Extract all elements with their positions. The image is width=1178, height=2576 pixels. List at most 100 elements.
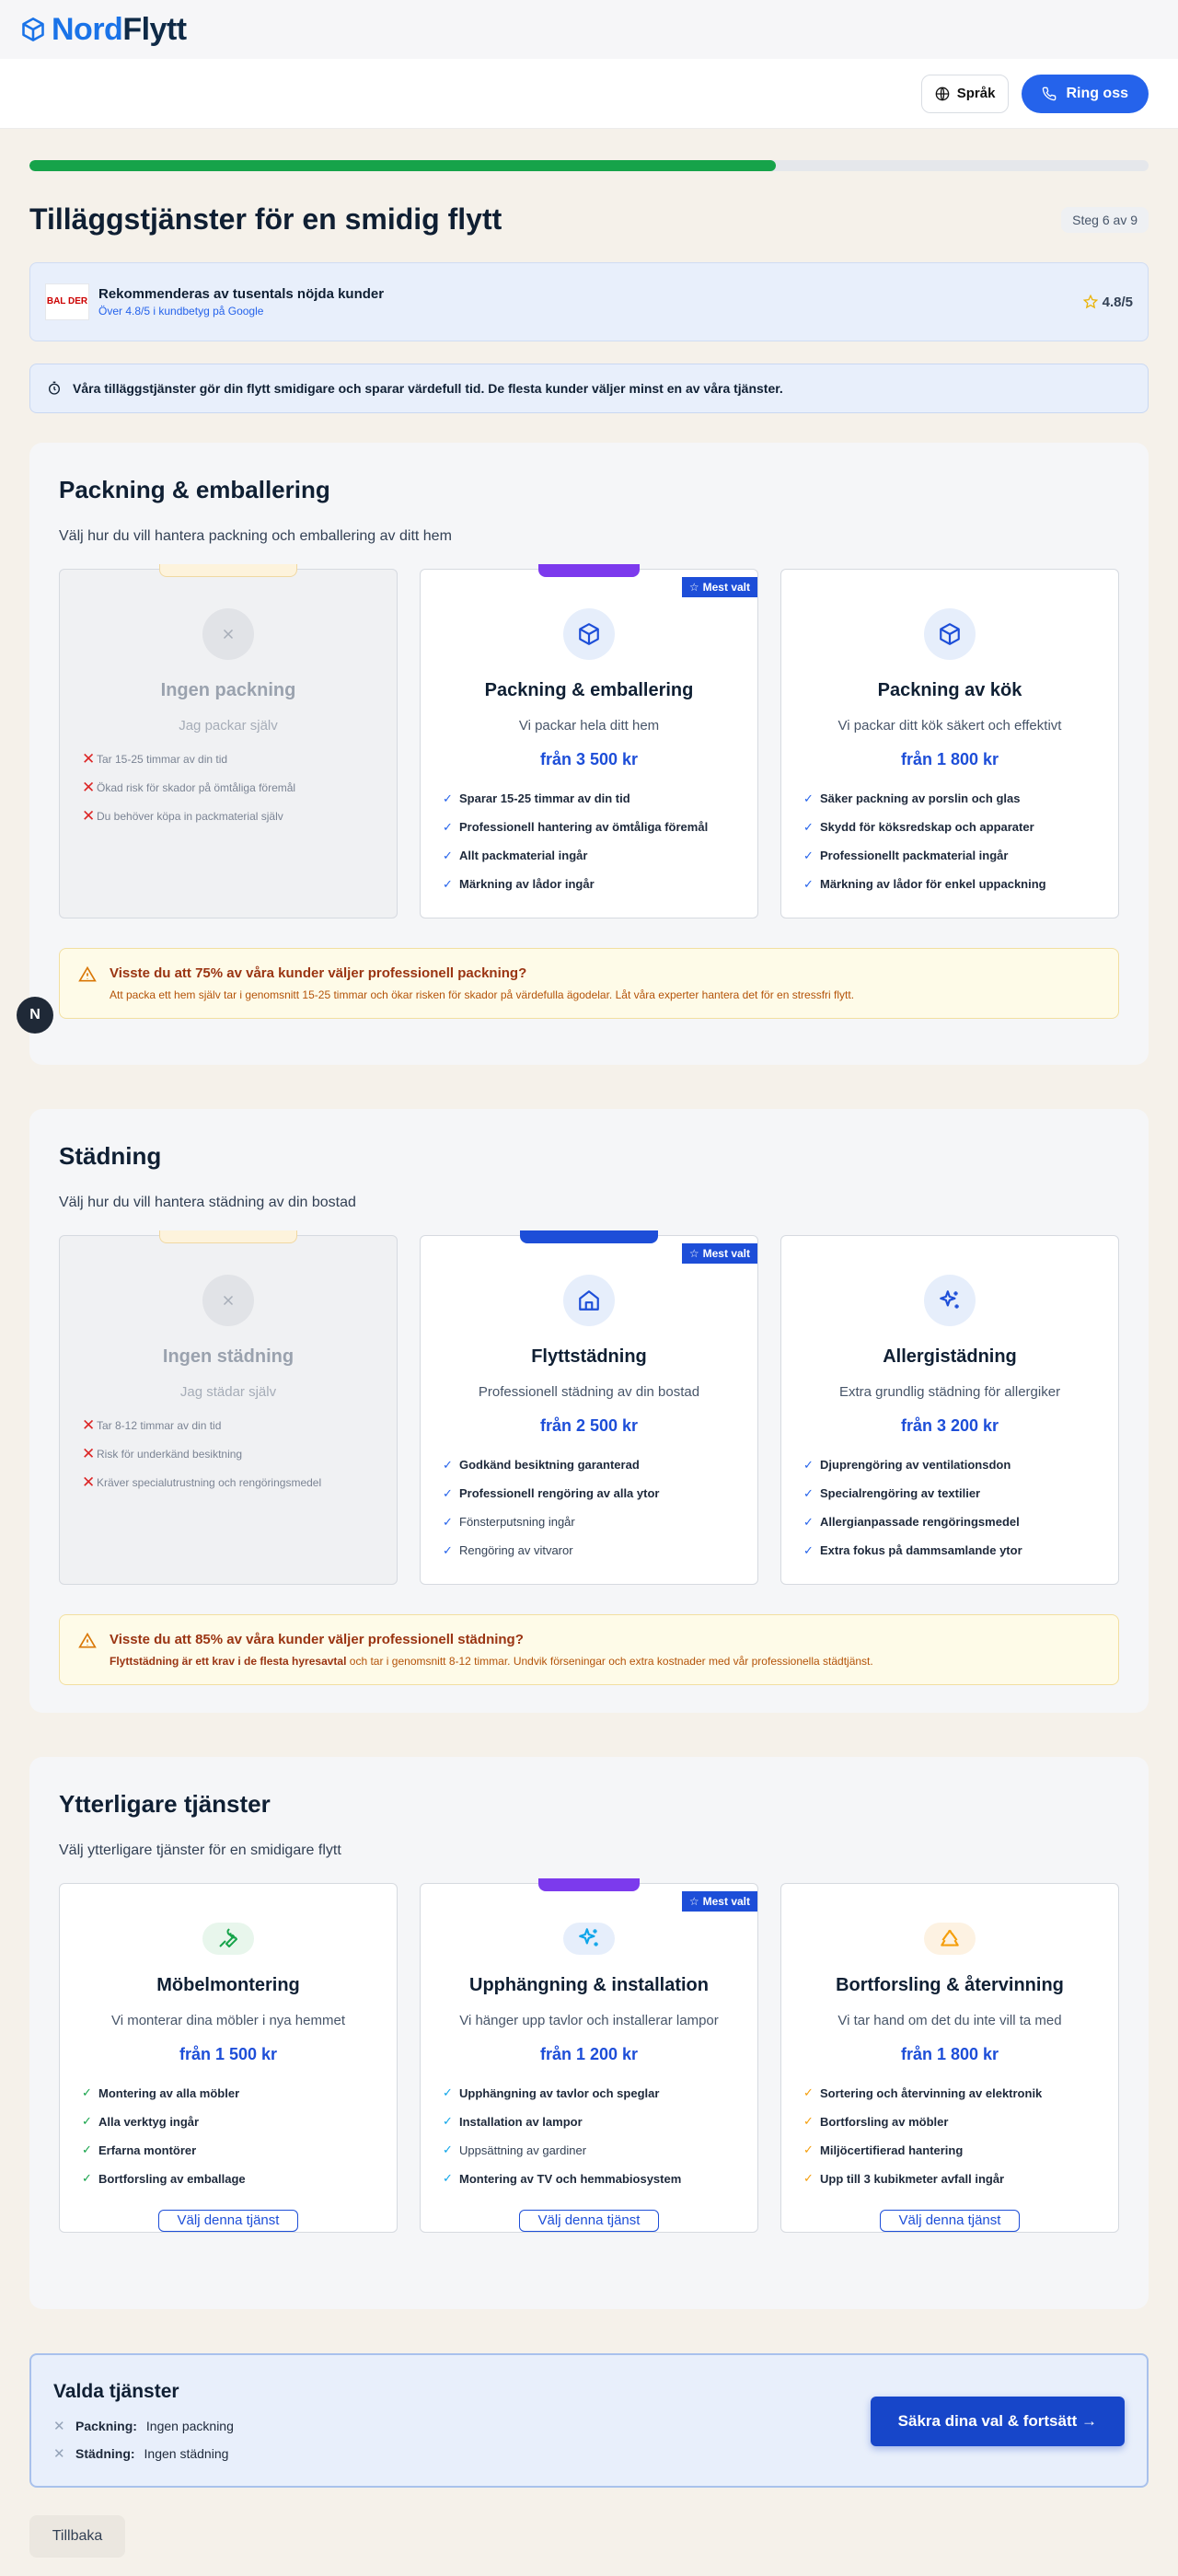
section-subtitle: Välj hur du vill hantera packning och em… [59, 528, 452, 544]
con-item: ✕ Tar 15-25 timmar av din tid [82, 749, 228, 768]
card-allergy-cleaning[interactable]: Allergistädning Extra grundlig städning … [780, 1235, 1119, 1585]
con-item: ✕ Tar 8-12 timmar av din tid [82, 1415, 222, 1434]
card-title: Ingen packning [160, 680, 296, 700]
feature-item: ✓ Godkänd besiktning garanterad [443, 1457, 640, 1473]
card-no-packing[interactable]: Ingen packning Jag packar själv ✕ Tar 15-… [59, 564, 398, 918]
feature-item: ✓ Fönsterputsning ingår [443, 1514, 575, 1530]
check-icon: ✓ [803, 1485, 814, 1500]
check-icon: ✓ [803, 819, 814, 834]
selected-services: Valda tjänster ✕ Packning: Ingen packning… [29, 2353, 1149, 2488]
card-desc: Extra grundlig städning för allergiker [838, 1384, 1061, 1400]
rating-value: 4.8/5 [1102, 294, 1133, 310]
back-button[interactable]: Tillbaka [29, 2515, 125, 2558]
check-icon: ✓ [82, 2085, 92, 2100]
selected-row-cleaning: ✕ Städning: Ingen städning [53, 2445, 229, 2462]
feature-item: ✓ Professionellt packmaterial ingår [803, 848, 1009, 863]
choose-service-button[interactable]: Välj denna tjänst [518, 2209, 660, 2232]
card-price: från 3 200 kr [900, 1416, 999, 1435]
home-icon [563, 1275, 615, 1326]
check-icon: ✓ [443, 1485, 453, 1500]
sparkles-icon [563, 1923, 615, 1955]
card-price: från 1 800 kr [900, 750, 999, 768]
feature-item: ✓ Upphängning av tavlor och speglar [443, 2085, 660, 2100]
check-icon: ✓ [443, 2085, 453, 2100]
logo[interactable]: NordFlytt [20, 12, 187, 48]
section-title: Packning & emballering [59, 476, 330, 503]
call-label: Ring oss [1066, 85, 1128, 101]
cleaning-section: Städning Välj hur du vill hantera städni… [29, 1109, 1149, 1713]
card-desc: Vi packar ditt kök säkert och effektivt [837, 718, 1062, 734]
card-installation[interactable]: ☆ Mest valt Upphängning & installation Vi… [420, 1878, 758, 2233]
con-item: ✕ Du behöver köpa in packmaterial själv [82, 806, 283, 825]
x-icon: ✕ [82, 1473, 96, 1491]
card-furniture-assembly[interactable]: Möbelmontering Vi monterar dina möbler i… [59, 1883, 398, 2233]
recommendation-subtitle: Över 4.8/5 i kundbetyg på Google [98, 305, 264, 318]
x-icon[interactable]: ✕ [53, 2418, 66, 2434]
card-desc: Vi tar hand om det du inte vill ta med [837, 2012, 1062, 2028]
extra-section: Ytterligare tjänster Välj ytterligare tj… [29, 1757, 1149, 2309]
feature-item: ✓ Professionell rengöring av alla ytor [443, 1485, 660, 1501]
feature-item: ✓ Säker packning av porslin och glas [803, 791, 1021, 806]
card-price: från 2 500 kr [539, 1416, 639, 1435]
card-tag [159, 1230, 297, 1243]
page-title: Tilläggstjänster för en smidig flytt [29, 202, 502, 236]
card-kitchen-packing[interactable]: Packning av kök Vi packar ditt kök säker… [780, 569, 1119, 918]
feature-item: ✓ Rengöring av vitvaror [443, 1542, 573, 1558]
check-icon: ✓ [82, 2143, 92, 2157]
feature-item: ✓ Montering av alla möbler [82, 2085, 240, 2100]
check-icon: ✓ [82, 2114, 92, 2129]
card-desc: Professionell städning av din bostad [478, 1384, 700, 1400]
card-move-cleaning[interactable]: ☆ Mest valt Flyttstädning Professionell s… [420, 1230, 758, 1585]
packing-section: Packning & emballering Välj hur du vill … [29, 443, 1149, 1065]
brand-bar: NordFlytt [0, 0, 1178, 59]
x-icon: ✕ [82, 1444, 96, 1462]
card-removal-recycling[interactable]: Bortforsling & återvinning Vi tar hand o… [780, 1883, 1119, 2233]
card-price: från 1 200 kr [539, 2044, 639, 2063]
x-icon: ✕ [82, 778, 96, 796]
floating-n-button[interactable]: N [17, 997, 53, 1034]
sparkles-icon [924, 1275, 976, 1326]
section-title: Ytterligare tjänster [59, 1790, 271, 1818]
feature-item: ✓ Extra fokus på dammsamlande ytor [803, 1542, 1022, 1558]
x-icon: ✕ [82, 749, 96, 768]
selected-row-packing: ✕ Packning: Ingen packning [53, 2418, 234, 2434]
card-full-packing[interactable]: ☆ Mest valt Packning & emballering Vi pac… [420, 564, 758, 918]
logo-flytt: Flytt [122, 11, 187, 47]
language-button[interactable]: Språk [920, 74, 1010, 113]
check-icon: ✓ [443, 791, 453, 805]
card-price: från 1 800 kr [900, 2044, 999, 2063]
card-desc: Jag packar själv [179, 718, 278, 734]
card-title: Flyttstädning [531, 1346, 647, 1367]
check-icon: ✓ [443, 2114, 453, 2129]
feature-item: ✓ Montering av TV och hemmabiosystem [443, 2171, 682, 2186]
tip-text: Att packa ett hem själv tar i genomsnitt… [110, 988, 855, 1001]
feature-item: ✓ Bortforsling av möbler [803, 2114, 949, 2129]
card-price: från 1 500 kr [179, 2044, 278, 2063]
check-icon: ✓ [803, 2114, 814, 2129]
check-icon: ✓ [803, 2171, 814, 2186]
feature-item: ✓ Allergianpassade rengöringsmedel [803, 1514, 1020, 1530]
feature-item: ✓ Märkning av lådor för enkel uppackning [803, 876, 1046, 892]
choose-service-button[interactable]: Välj denna tjänst [157, 2209, 299, 2232]
card-no-cleaning[interactable]: Ingen städning Jag städar själv ✕ Tar 8-1… [59, 1230, 398, 1585]
card-title: Upphängning & installation [469, 1974, 709, 1995]
feature-item: ✓ Märkning av lådor ingår [443, 876, 595, 892]
balder-logo: BAL DER [45, 283, 89, 320]
check-icon: ✓ [443, 1542, 453, 1557]
choose-service-button[interactable]: Välj denna tjänst [879, 2209, 1021, 2232]
header: Språk Ring oss [0, 59, 1178, 129]
continue-button[interactable]: Säkra dina val & fortsätt → [870, 2397, 1125, 2446]
progress-fill [29, 160, 777, 171]
wrench-icon [202, 1923, 254, 1955]
card-desc: Vi packar hela ditt hem [518, 718, 660, 734]
feature-item: ✓ Uppsättning av gardiner [443, 2143, 587, 2157]
check-icon: ✓ [443, 2171, 453, 2186]
section-title: Städning [59, 1142, 162, 1170]
check-icon: ✓ [803, 2143, 814, 2157]
call-button[interactable]: Ring oss [1022, 74, 1149, 113]
check-icon: ✓ [82, 2171, 92, 2186]
check-icon: ✓ [803, 1514, 814, 1529]
most-chosen-badge: ☆ Mest valt [681, 1891, 757, 1912]
x-icon: ✕ [82, 1415, 96, 1434]
x-icon[interactable]: ✕ [53, 2445, 66, 2462]
